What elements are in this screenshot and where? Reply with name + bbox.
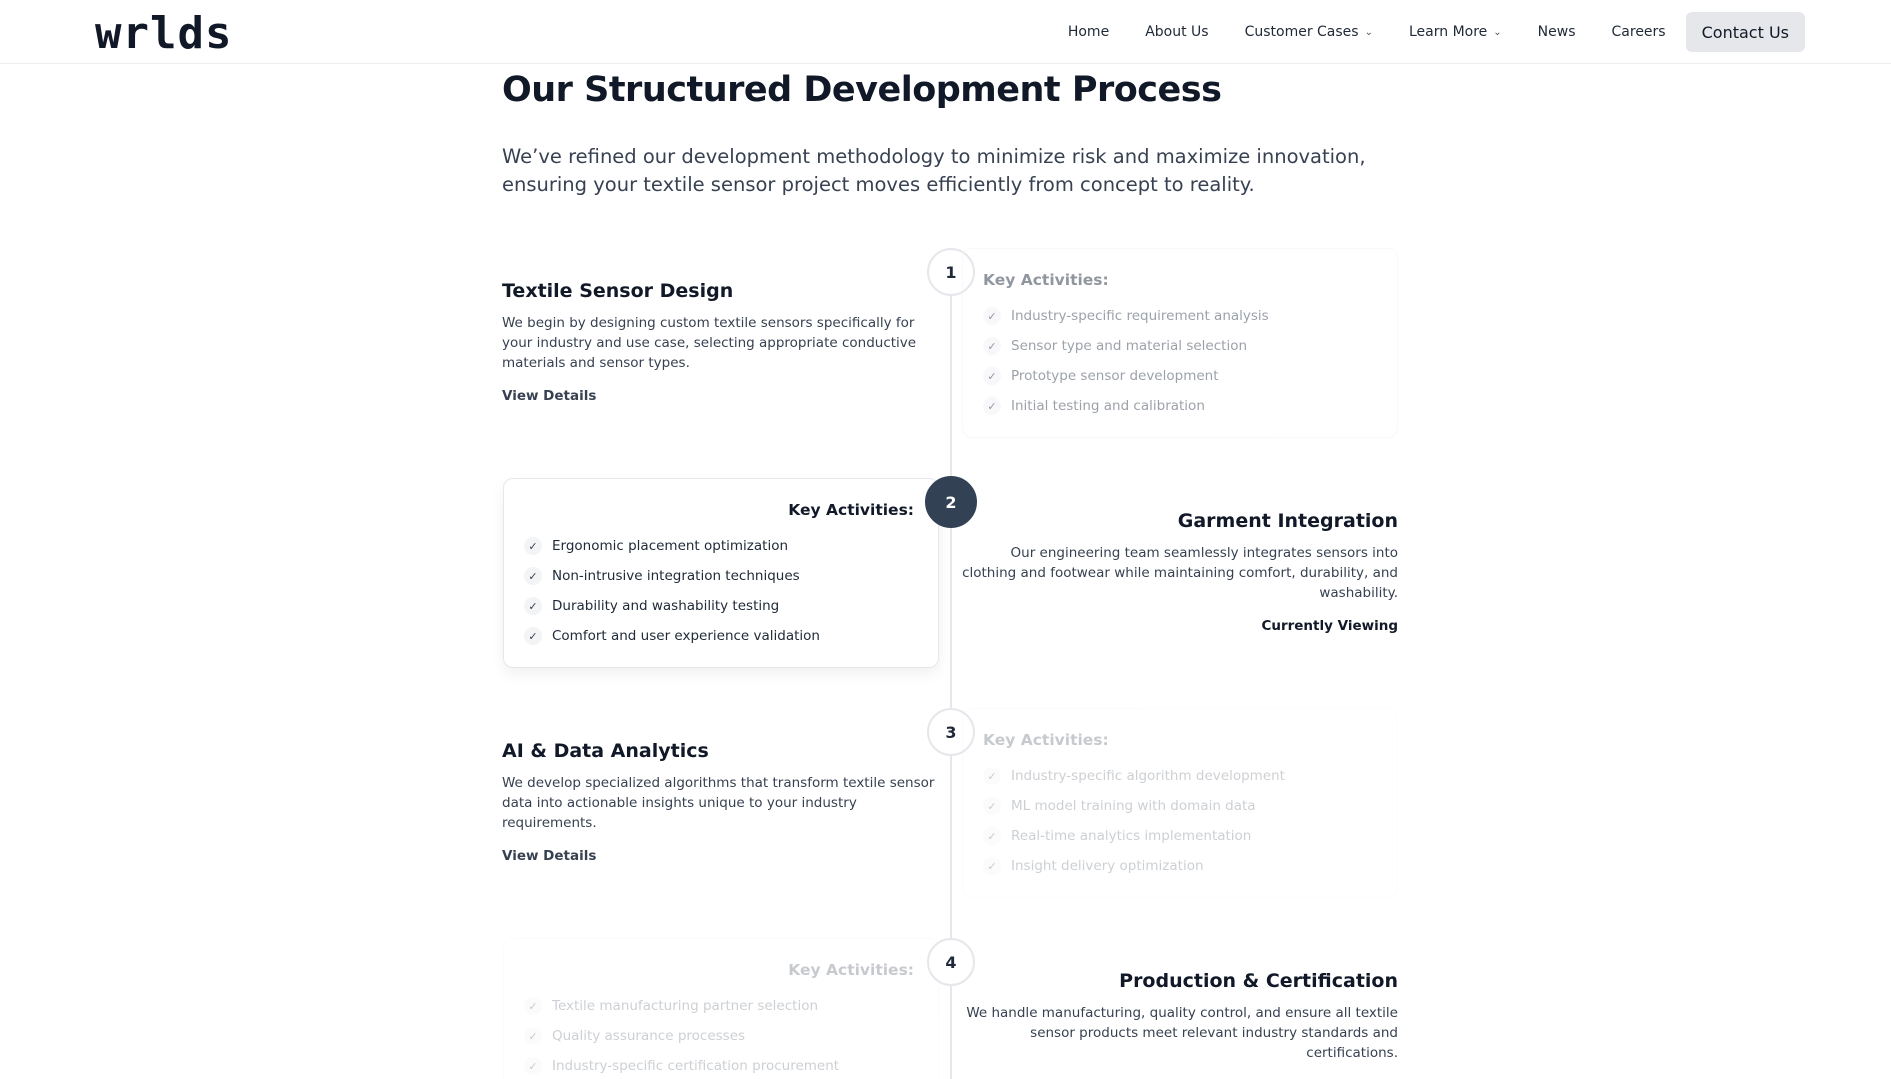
list-item: ✓ Quality assurance processes [524, 1021, 918, 1051]
step-title: Textile Sensor Design [502, 280, 734, 302]
step-title: Garment Integration [1177, 510, 1398, 532]
list-item: ✓ ML model training with domain data [983, 791, 1377, 821]
activity-text: Durability and washability testing [552, 598, 780, 614]
activity-text: Industry-specific requirement analysis [1011, 308, 1269, 324]
view-details-link[interactable]: View Details [502, 848, 596, 864]
list-item: ✓ Insight delivery optimization [983, 851, 1377, 881]
check-icon: ✓ [524, 1057, 542, 1075]
check-icon: ✓ [524, 567, 542, 585]
list-item: ✓ Ergonomic placement optimization [524, 531, 918, 561]
check-icon: ✓ [524, 597, 542, 615]
activities-list: ✓ Industry-specific requirement analysis … [983, 301, 1377, 421]
list-item: ✓ Industry-specific requirement analysis [983, 301, 1377, 331]
check-icon: ✓ [983, 367, 1001, 385]
chevron-down-icon: ⌄ [1493, 26, 1502, 38]
check-icon: ✓ [983, 827, 1001, 845]
chevron-down-icon: ⌄ [1364, 26, 1373, 38]
list-item: ✓ Initial testing and calibration [983, 391, 1377, 421]
key-activities-card: Key Activities: ✓ Industry-specific requi… [962, 248, 1398, 438]
step-title: AI & Data Analytics [502, 740, 709, 762]
section-subtitle: We’ve refined our development methodolog… [502, 145, 1366, 196]
section-title: Our Structured Development Process [502, 70, 1222, 110]
brand-logo[interactable]: wrlds [95, 8, 232, 59]
check-icon: ✓ [524, 537, 542, 555]
check-icon: ✓ [983, 797, 1001, 815]
step-description: Our engineering team seamlessly integrat… [962, 545, 1398, 601]
nav-about-us-label: About Us [1145, 24, 1209, 40]
activities-list: ✓ Textile manufacturing partner selection… [524, 991, 918, 1079]
key-activities-title: Key Activities: [788, 501, 914, 519]
activity-text: Industry-specific algorithm development [1011, 768, 1285, 784]
check-icon: ✓ [983, 857, 1001, 875]
activity-text: Non-intrusive integration techniques [552, 568, 800, 584]
activity-text: ML model training with domain data [1011, 798, 1256, 814]
check-icon: ✓ [983, 767, 1001, 785]
step-description: We begin by designing custom textile sen… [502, 315, 917, 371]
key-activities-card: Key Activities: ✓ Textile manufacturing p… [503, 938, 939, 1079]
check-icon: ✓ [524, 997, 542, 1015]
check-icon: ✓ [983, 337, 1001, 355]
contact-us-button[interactable]: Contact Us [1685, 12, 1805, 52]
nav-customer-cases[interactable]: Customer Cases ⌄ [1227, 12, 1391, 52]
activity-text: Industry-specific certification procurem… [552, 1058, 840, 1074]
currently-viewing-label: Currently Viewing [1261, 618, 1398, 634]
check-icon: ✓ [524, 627, 542, 645]
nav-news-label: News [1537, 24, 1576, 40]
key-activities-card-active: Key Activities: ✓ Ergonomic placement opt… [503, 478, 939, 668]
activity-text: Real-time analytics implementation [1011, 828, 1252, 844]
key-activities-title: Key Activities: [788, 961, 914, 979]
list-item: ✓ Durability and washability testing [524, 591, 918, 621]
nav-learn-more-label: Learn More [1408, 24, 1488, 40]
list-item: ✓ Sensor type and material selection [983, 331, 1377, 361]
list-item: ✓ Comfort and user experience validation [524, 621, 918, 651]
check-icon: ✓ [983, 397, 1001, 415]
nav-careers[interactable]: Careers [1594, 12, 1684, 52]
nav-learn-more[interactable]: Learn More ⌄ [1391, 12, 1520, 52]
activity-text: Prototype sensor development [1011, 368, 1219, 384]
list-item: ✓ Industry-specific certification procure… [524, 1051, 918, 1079]
view-details-link[interactable]: View Details [502, 388, 596, 404]
check-icon: ✓ [983, 307, 1001, 325]
check-icon: ✓ [524, 1027, 542, 1045]
step-description: We develop specialized algorithms that t… [502, 775, 935, 831]
main-nav: Home About Us Customer Cases ⌄ Learn More… [1050, 12, 1805, 52]
nav-news[interactable]: News [1520, 12, 1594, 52]
activity-text: Insight delivery optimization [1011, 858, 1204, 874]
nav-about-us[interactable]: About Us [1127, 12, 1226, 52]
key-activities-title: Key Activities: [983, 271, 1109, 289]
key-activities-card: Key Activities: ✓ Industry-specific algor… [962, 708, 1398, 898]
list-item: ✓ Non-intrusive integration techniques [524, 561, 918, 591]
list-item: ✓ Real-time analytics implementation [983, 821, 1377, 851]
list-item: ✓ Textile manufacturing partner selection [524, 991, 918, 1021]
activity-text: Textile manufacturing partner selection [552, 998, 819, 1014]
activity-text: Sensor type and material selection [1011, 338, 1248, 354]
activity-text: Comfort and user experience validation [552, 628, 820, 644]
nav-careers-label: Careers [1611, 24, 1666, 40]
activity-text: Quality assurance processes [552, 1028, 746, 1044]
nav-home[interactable]: Home [1050, 12, 1127, 52]
list-item: ✓ Industry-specific algorithm development [983, 761, 1377, 791]
nav-home-label: Home [1067, 24, 1110, 40]
nav-customer-cases-label: Customer Cases [1244, 24, 1359, 40]
key-activities-title: Key Activities: [983, 731, 1109, 749]
site-header: wrlds Home About Us Customer Cases ⌄ Lear… [0, 0, 1891, 64]
list-item: ✓ Prototype sensor development [983, 361, 1377, 391]
activity-text: Initial testing and calibration [1011, 398, 1205, 414]
step-description: We handle manufacturing, quality control… [966, 1005, 1398, 1061]
activity-text: Ergonomic placement optimization [552, 538, 789, 554]
activities-list: ✓ Industry-specific algorithm development… [983, 761, 1377, 881]
activities-list: ✓ Ergonomic placement optimization ✓ Non-i… [524, 531, 918, 651]
step-title: Production & Certification [1119, 970, 1398, 992]
